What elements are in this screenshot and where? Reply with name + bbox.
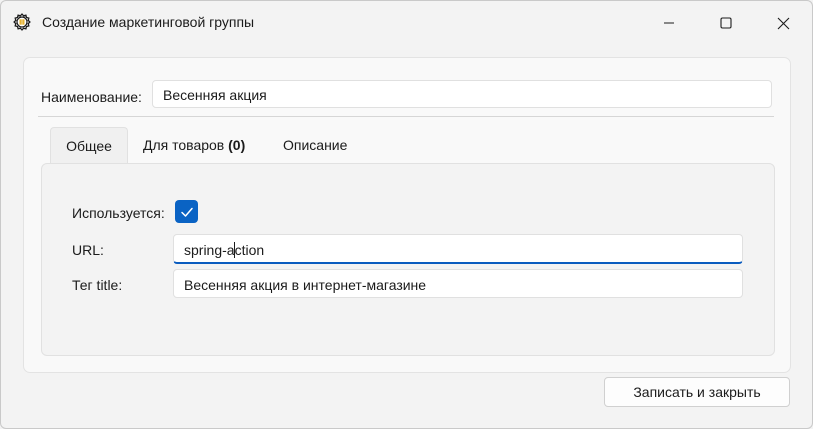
tab-goods-label: Для товаров (143, 137, 225, 153)
maximize-icon (720, 17, 732, 29)
tab-general[interactable]: Общее (50, 127, 128, 163)
url-text-before-caret: spring-a (184, 242, 235, 258)
tab-goods-count: (0) (228, 137, 246, 153)
minimize-icon (664, 22, 674, 24)
title-bar[interactable]: Создание маркетинговой группы (1, 1, 812, 45)
url-text-after-caret: ction (234, 242, 265, 258)
url-input[interactable]: spring-action (173, 234, 743, 264)
checkmark-icon (180, 207, 193, 217)
close-icon (777, 17, 789, 29)
minimize-button[interactable] (640, 1, 698, 45)
window-title: Создание маркетинговой группы (42, 14, 255, 30)
tab-goods[interactable]: Для товаров (0) (143, 127, 245, 163)
used-label: Используется: (72, 205, 165, 221)
maximize-button[interactable] (697, 1, 755, 45)
used-checkbox[interactable] (175, 200, 198, 223)
name-input[interactable]: Весенняя акция (152, 80, 772, 108)
tab-general-content: Используется: URL: spring-action Тег tit… (41, 163, 775, 356)
tab-description[interactable]: Описание (283, 127, 347, 163)
url-label: URL: (72, 242, 104, 258)
close-button[interactable] (754, 1, 812, 45)
gear-coin-icon (11, 11, 33, 33)
save-and-close-button[interactable]: Записать и закрыть (604, 377, 790, 407)
separator (38, 116, 774, 117)
title-tag-input[interactable]: Весенняя акция в интернет-магазине (173, 269, 743, 298)
name-label: Наименование: (41, 89, 142, 105)
form-panel: Наименование: Весенняя акция Общее Для т… (23, 57, 791, 373)
dialog-window: Создание маркетинговой группы Наименован… (0, 0, 813, 429)
title-tag-label: Тег title: (72, 277, 123, 293)
